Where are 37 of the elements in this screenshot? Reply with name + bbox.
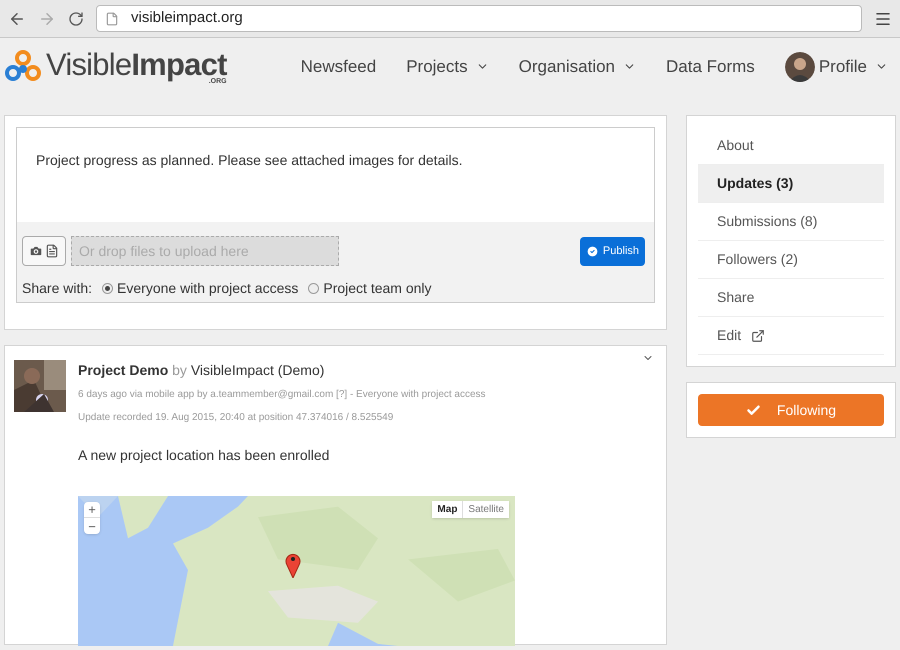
- share-radio[interactable]: Everyone with project access: [102, 278, 298, 299]
- page-icon: [105, 12, 119, 26]
- nav-link[interactable]: Newsfeed: [300, 54, 376, 80]
- share-radio[interactable]: Project team only: [308, 278, 432, 299]
- publish-button[interactable]: Publish: [580, 236, 645, 266]
- post-location: Update recorded 19. Aug 2015, 20:40 at position 47.374016 / 8.525549: [78, 411, 394, 425]
- attach-button[interactable]: [22, 236, 66, 266]
- post-body: A new project location has been enrolled: [78, 446, 330, 465]
- sidebar-item[interactable]: Updates (3): [698, 165, 884, 203]
- url-text: visibleimpact.org: [131, 8, 243, 28]
- logo-text: VisibleImpact: [46, 48, 227, 80]
- sidebar-item[interactable]: Share: [698, 279, 884, 317]
- nav-link[interactable]: Organisation: [518, 54, 636, 80]
- sidebar-item[interactable]: Submissions (8): [698, 203, 884, 241]
- nav-link[interactable]: Profile: [784, 52, 888, 82]
- nav-link[interactable]: Projects: [406, 54, 489, 80]
- address-bar[interactable]: visibleimpact.org: [96, 5, 862, 32]
- map-type-tab[interactable]: Satellite: [463, 501, 509, 518]
- map-pin-icon: [285, 552, 301, 578]
- check-icon: [746, 402, 761, 418]
- by-text: by: [172, 362, 187, 378]
- check-icon: [586, 244, 599, 258]
- post-meta: 6 days ago via mobile app by a.teammember@gmail.com [?] - Everyone with project access: [78, 388, 487, 402]
- share-label: Share with:: [22, 279, 92, 298]
- author-name[interactable]: VisibleImpact (Demo): [190, 362, 324, 378]
- zoom-out-button[interactable]: −: [84, 518, 100, 534]
- project-name[interactable]: Project Demo: [78, 362, 168, 378]
- camera-icon: [29, 244, 43, 258]
- reload-icon[interactable]: [68, 10, 84, 26]
- sidebar-item[interactable]: Followers (2): [698, 241, 884, 279]
- sidebar-item[interactable]: Edit: [698, 317, 884, 355]
- map[interactable]: + − Map Satellite: [78, 496, 515, 646]
- nav-link[interactable]: Data Forms: [666, 54, 755, 80]
- map-type-tab[interactable]: Map: [432, 501, 464, 518]
- message-field[interactable]: Project progress as planned. Please see attached images for details.: [17, 128, 654, 222]
- document-icon: [45, 244, 59, 258]
- avatar-icon: [784, 52, 815, 82]
